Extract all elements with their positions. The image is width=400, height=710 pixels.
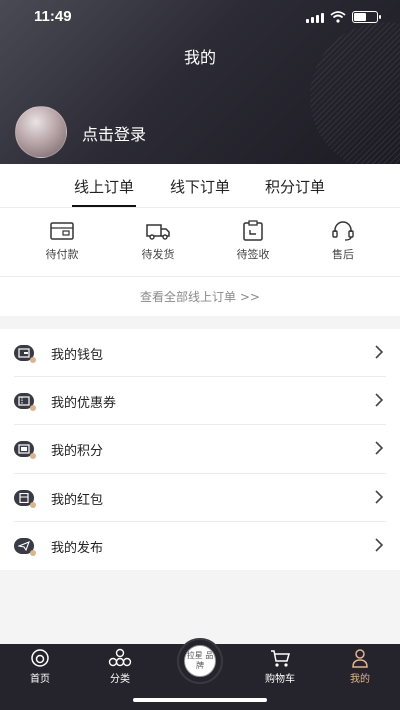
nav-label: 首页: [30, 674, 50, 685]
send-icon: [14, 537, 36, 556]
tab-points-orders[interactable]: 积分订单: [265, 176, 325, 197]
coupon-icon: [14, 393, 36, 412]
page-title: 我的: [183, 48, 216, 67]
brand-logo-icon: 拉星 品牌: [184, 645, 216, 677]
status-label: 待付款: [45, 248, 79, 261]
cart-icon: [271, 650, 290, 667]
truck-icon: [146, 224, 170, 240]
active-tab-indicator: [72, 205, 136, 207]
order-status-row: 待付款 待发货 待签收 售后: [0, 214, 400, 276]
nav-label: 购物车: [265, 674, 295, 685]
chevron-right-icon: [375, 538, 384, 552]
menu-item-label: 我的红包: [51, 492, 104, 508]
status-label: 售后: [332, 248, 354, 261]
menu-item-label: 我的发布: [51, 540, 104, 556]
menu-list: 我的钱包 我的优惠券 我的积分 我的红包 我的发布: [0, 329, 400, 570]
wifi-icon: [330, 11, 346, 23]
profile-header: 11:49 我的 点击登录: [0, 0, 400, 164]
chevron-right-icon: [375, 393, 384, 407]
menu-item-posts[interactable]: 我的发布: [0, 522, 400, 570]
nav-category[interactable]: 分类: [90, 648, 150, 685]
avatar[interactable]: [15, 106, 67, 158]
nav-cart[interactable]: 购物车: [250, 648, 310, 685]
nav-label: 分类: [110, 674, 130, 685]
tab-offline-orders[interactable]: 线下订单: [170, 176, 230, 197]
status-bar: 11:49: [0, 8, 400, 28]
chevron-right-icon: [375, 489, 384, 504]
signal-icon: [306, 12, 324, 23]
status-time: 11:49: [34, 8, 72, 25]
menu-item-wallet[interactable]: 我的钱包: [0, 329, 400, 378]
status-pending-shipment[interactable]: 待发货: [118, 214, 198, 262]
login-link[interactable]: 点击登录: [82, 121, 146, 145]
menu-item-label: 我的钱包: [51, 348, 104, 363]
red-packet-icon: [14, 489, 36, 508]
tab-online-orders[interactable]: 线上订单: [74, 176, 134, 197]
status-pending-receipt[interactable]: 待签收: [213, 214, 293, 262]
battery-icon: [352, 11, 381, 23]
view-all-orders-link[interactable]: 查看全部线上订单 >>: [0, 276, 400, 316]
nav-mine[interactable]: 我的: [330, 648, 390, 685]
chevron-right-icon: [375, 345, 384, 359]
chevron-right-icon: [375, 441, 384, 455]
clipboard-icon: [243, 220, 263, 241]
nav-home[interactable]: 首页: [10, 648, 70, 685]
menu-item-label: 我的积分: [51, 444, 104, 460]
points-icon: [14, 441, 36, 460]
status-label: 待签收: [236, 248, 270, 261]
person-icon: [352, 649, 368, 668]
status-label: 待发货: [141, 248, 175, 261]
home-icon: [31, 649, 49, 667]
center-brand-button[interactable]: 拉星 品牌: [177, 638, 223, 684]
nav-label: 我的: [350, 674, 370, 685]
menu-item-red-packets[interactable]: 我的红包: [0, 474, 400, 522]
status-after-sales[interactable]: 售后: [303, 214, 383, 262]
headset-icon: [332, 221, 354, 241]
category-icon: [108, 648, 132, 667]
wallet-icon: [14, 345, 36, 363]
home-indicator: [133, 698, 267, 702]
menu-item-points[interactable]: 我的积分: [0, 425, 400, 474]
orders-section: 线上订单 线下订单 积分订单 待付款 待发货 待签收 售后 查看全部线上订单 >…: [0, 164, 400, 316]
menu-item-coupons[interactable]: 我的优惠券: [0, 377, 400, 426]
card-icon: [50, 222, 74, 240]
order-tabs: 线上订单 线下订单 积分订单: [0, 164, 400, 208]
status-pending-payment[interactable]: 待付款: [22, 214, 102, 262]
menu-item-label: 我的优惠券: [51, 396, 117, 412]
